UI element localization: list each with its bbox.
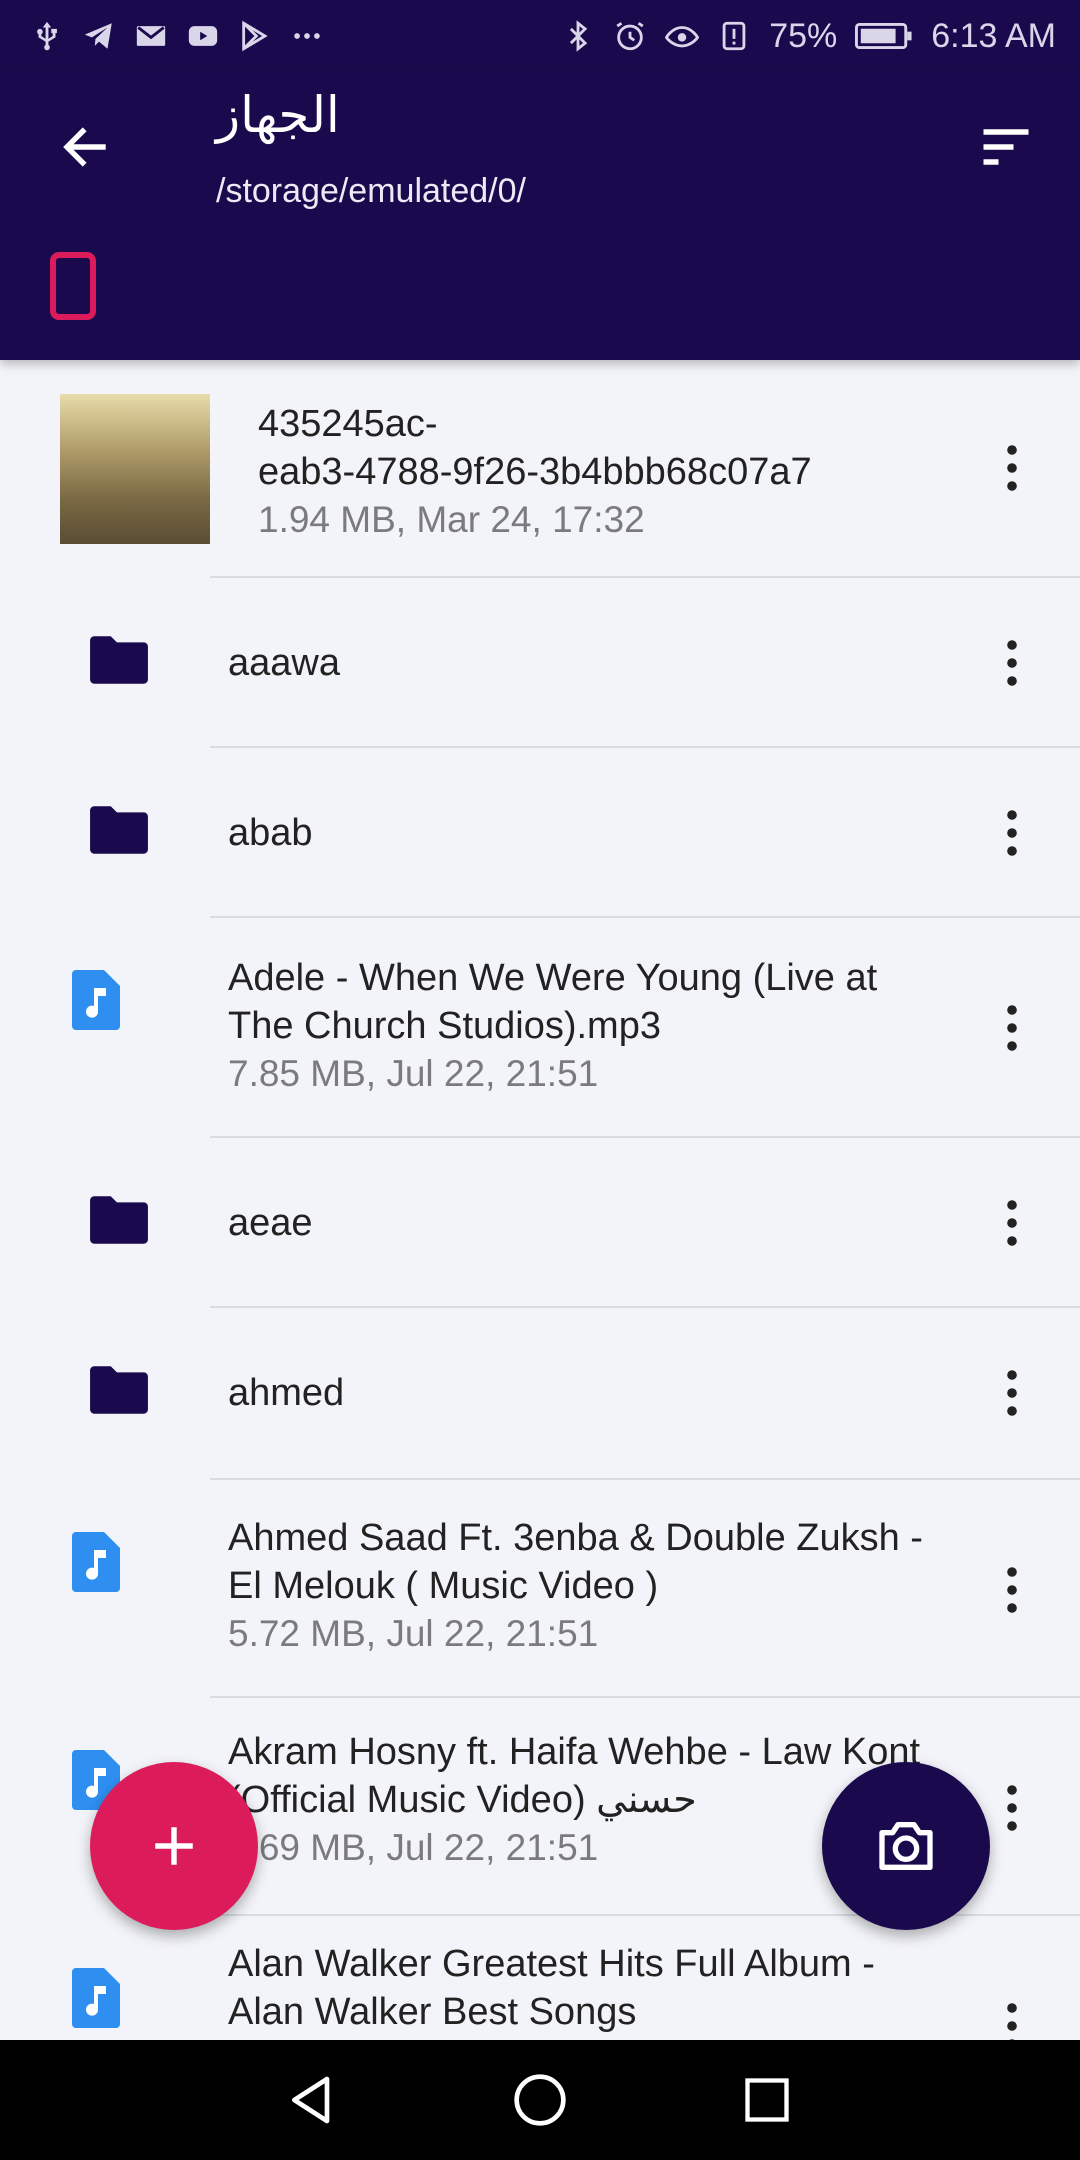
more-options-button[interactable] (992, 1353, 1032, 1433)
usb-icon (30, 19, 64, 53)
folder-icon (88, 1194, 150, 1246)
image-thumbnail (60, 394, 210, 544)
folder-icon (88, 804, 150, 856)
eye-icon (665, 19, 700, 53)
file-row[interactable]: Ahmed Saad Ft. 3enba & Double Zuksh - El… (0, 1480, 1080, 1698)
more-options-button[interactable] (992, 1550, 1032, 1630)
file-name: Alan Walker Greatest Hits Full Album - A… (228, 1943, 875, 2033)
back-button[interactable] (50, 112, 120, 182)
file-text: 435245ac- eab3-4788-9f26-3b4bbb68c07a7 1… (258, 400, 950, 544)
more-options-button[interactable] (992, 1768, 1032, 1848)
more-vert-icon (1007, 2003, 1017, 2040)
status-bar: 75% 6:13 AM (0, 0, 1080, 72)
file-meta: 5.72 MB, Jul 22, 21:51 (228, 1613, 599, 1654)
more-options-button[interactable] (992, 1986, 1032, 2040)
square-recents-icon (744, 2078, 789, 2122)
more-options-button[interactable] (992, 623, 1032, 703)
sort-button[interactable] (968, 112, 1044, 182)
nav-home-button[interactable] (500, 2060, 580, 2140)
battery-icon (855, 19, 913, 53)
folder-row[interactable]: aaawa (0, 578, 1080, 748)
app-bar: الجهاز /storage/emulated/0/ (0, 72, 1080, 360)
arrow-back-icon (63, 127, 106, 167)
audio-file-icon (72, 1532, 120, 1592)
file-name: 435245ac- eab3-4788-9f26-3b4bbb68c07a7 (258, 403, 812, 493)
nav-back-button[interactable] (273, 2060, 353, 2140)
more-options-button[interactable] (992, 428, 1032, 508)
clock: 6:13 AM (931, 16, 1056, 55)
more-vert-icon (1007, 1567, 1017, 1613)
circle-home-icon (514, 2074, 566, 2126)
camera-button[interactable] (822, 1762, 990, 1930)
alarm-icon (613, 19, 647, 53)
more-vert-icon (1007, 445, 1017, 491)
battery-percent: 75% (769, 16, 838, 55)
more-options-button[interactable] (992, 1183, 1032, 1263)
file-meta: 7.85 MB, Jul 22, 21:51 (228, 1053, 599, 1094)
file-row[interactable]: 435245ac- eab3-4788-9f26-3b4bbb68c07a7 1… (0, 360, 1080, 578)
more-vert-icon (1007, 1200, 1017, 1246)
mail-icon (134, 19, 168, 53)
current-path: /storage/emulated/0/ (216, 172, 526, 210)
telegram-icon (82, 19, 116, 53)
camera-icon (879, 1822, 933, 1870)
triangle-back-icon (292, 2076, 330, 2124)
more-vert-icon (1007, 810, 1017, 856)
battery-alert-icon (717, 19, 751, 53)
more-icon (290, 19, 324, 53)
bluetooth-icon (561, 19, 595, 53)
more-vert-icon (1007, 1370, 1017, 1416)
folder-name: ahmed (228, 1372, 345, 1414)
audio-file-icon (72, 1968, 120, 2028)
folder-name: aeae (228, 1202, 313, 1244)
file-text: Adele - When We Were Young (Live at The … (228, 954, 950, 1098)
folder-row[interactable]: aeae (0, 1138, 1080, 1308)
folder-row[interactable]: abab (0, 748, 1080, 918)
audio-file-icon (72, 970, 120, 1030)
device-storage-icon[interactable] (50, 252, 96, 320)
file-meta: 1.94 MB, Mar 24, 17:32 (258, 499, 645, 540)
more-vert-icon (1007, 1005, 1017, 1051)
status-left (30, 19, 324, 53)
status-right: 75% 6:13 AM (561, 17, 1056, 56)
folder-name: abab (228, 812, 313, 854)
sort-icon (983, 129, 1029, 165)
play-store-icon (238, 19, 272, 53)
navigation-bar (0, 2040, 1080, 2160)
file-text: Ahmed Saad Ft. 3enba & Double Zuksh - El… (228, 1514, 950, 1658)
page-title: الجهاز (216, 86, 340, 144)
folder-name: aaawa (228, 642, 340, 684)
file-name: Adele - When We Were Young (Live at The … (228, 957, 878, 1047)
file-name: Ahmed Saad Ft. 3enba & Double Zuksh - El… (228, 1517, 923, 1607)
folder-icon (88, 1364, 150, 1416)
folder-row[interactable]: ahmed (0, 1308, 1080, 1480)
plus-icon (155, 1827, 193, 1865)
nav-recents-button[interactable] (727, 2060, 807, 2140)
folder-icon (88, 634, 150, 686)
add-button[interactable] (90, 1762, 258, 1930)
more-vert-icon (1007, 640, 1017, 686)
more-options-button[interactable] (992, 988, 1032, 1068)
file-row[interactable]: Alan Walker Greatest Hits Full Album - A… (0, 1916, 1080, 2040)
more-options-button[interactable] (992, 793, 1032, 873)
more-vert-icon (1007, 1785, 1017, 1831)
file-row[interactable]: Adele - When We Were Young (Live at The … (0, 918, 1080, 1138)
youtube-icon (186, 19, 220, 53)
file-text: Alan Walker Greatest Hits Full Album - A… (228, 1940, 950, 2036)
